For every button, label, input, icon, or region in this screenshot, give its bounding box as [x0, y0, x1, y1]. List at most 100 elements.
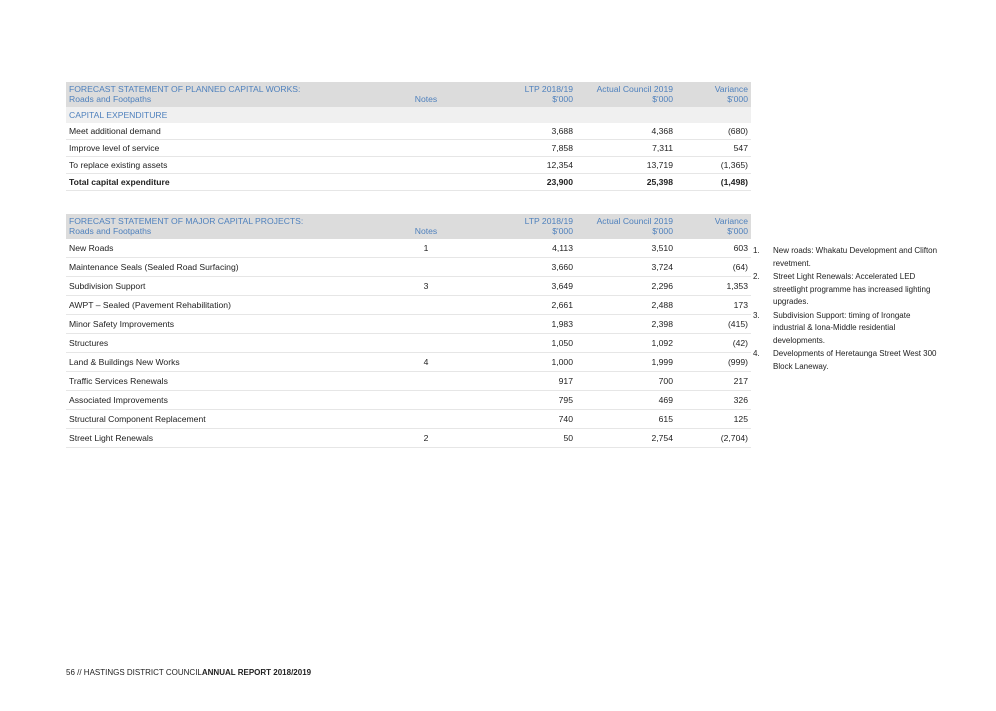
- row-actual-value: 469: [576, 390, 676, 410]
- actual-column-header: Actual Council 2019 $'000: [576, 82, 676, 107]
- row-ltp-value: 3,660: [486, 257, 576, 277]
- table-row: Structures 1,050 1,092 (42): [66, 333, 751, 353]
- row-note: [366, 371, 486, 391]
- table-row: Structural Component Replacement 740 615 12…: [66, 409, 751, 429]
- variance-column-header: Variance $'000: [676, 82, 751, 107]
- row-variance-value: (2,704): [676, 428, 751, 448]
- row-note: [366, 156, 486, 174]
- row-actual-value: 2,488: [576, 295, 676, 315]
- row-label: To replace existing assets: [66, 156, 366, 174]
- row-variance-value: 217: [676, 371, 751, 391]
- actual-column-header: Actual Council 2019 $'000: [576, 214, 676, 239]
- ltp-column-header: LTP 2018/19 $'000: [486, 214, 576, 239]
- table-row: Maintenance Seals (Sealed Road Surfacing…: [66, 257, 751, 277]
- row-label: Improve level of service: [66, 139, 366, 157]
- row-note: [366, 123, 486, 140]
- footnote-number: 2.: [753, 272, 760, 281]
- table-row: Subdivision Support 3 3,649 2,296 1,353: [66, 276, 751, 296]
- row-label: Maintenance Seals (Sealed Road Surfacing…: [66, 257, 366, 277]
- row-actual-value: 7,311: [576, 139, 676, 157]
- table-row: Minor Safety Improvements 1,983 2,398 (415): [66, 314, 751, 334]
- table-header-row: FORECAST STATEMENT OF MAJOR CAPITAL PROJ…: [66, 214, 751, 239]
- row-label: Minor Safety Improvements: [66, 314, 366, 334]
- row-variance-value: (1,498): [676, 173, 751, 191]
- footnotes-list: 1. New roads: Whakatu Development and Cli…: [753, 245, 938, 374]
- table-row: Traffic Services Renewals 917 700 217: [66, 371, 751, 391]
- variance-column-header: Variance $'000: [676, 214, 751, 239]
- row-variance-value: (680): [676, 123, 751, 140]
- row-variance-value: 125: [676, 409, 751, 429]
- row-actual-value: 3,510: [576, 239, 676, 258]
- row-label: Land & Buildings New Works: [66, 352, 366, 372]
- table-header-row: FORECAST STATEMENT OF PLANNED CAPITAL WO…: [66, 82, 751, 107]
- row-variance-value: 547: [676, 139, 751, 157]
- row-actual-value: 2,296: [576, 276, 676, 296]
- table-row: Improve level of service 7,858 7,311 547: [66, 139, 751, 157]
- row-ltp-value: 740: [486, 409, 576, 429]
- row-ltp-value: 50: [486, 428, 576, 448]
- section-cell: [676, 107, 751, 123]
- row-note: 3: [366, 276, 486, 296]
- section-cell: [366, 107, 486, 123]
- row-ltp-value: 795: [486, 390, 576, 410]
- row-actual-value: 700: [576, 371, 676, 391]
- variance-header-line1: Variance: [714, 216, 748, 226]
- row-ltp-value: 3,649: [486, 276, 576, 296]
- row-variance-value: (64): [676, 257, 751, 277]
- notes-column-header: Notes: [366, 82, 486, 107]
- row-ltp-value: 1,983: [486, 314, 576, 334]
- row-ltp-value: 7,858: [486, 139, 576, 157]
- row-ltp-value: 23,900: [486, 173, 576, 191]
- actual-header-line1: Actual Council 2019: [596, 84, 673, 94]
- row-note: 1: [366, 239, 486, 258]
- section-label: CAPITAL EXPENDITURE: [66, 107, 366, 123]
- row-ltp-value: 1,000: [486, 352, 576, 372]
- footnote-text: Developments of Heretaunga Street West 3…: [773, 349, 937, 371]
- row-label: Structural Component Replacement: [66, 409, 366, 429]
- row-actual-value: 4,368: [576, 123, 676, 140]
- footnote-text: Subdivision Support: timing of Irongate …: [773, 310, 911, 345]
- row-note: [366, 173, 486, 191]
- table-row: To replace existing assets 12,354 13,719 (1…: [66, 156, 751, 174]
- footnote-item: 3. Subdivision Support: timing of Irongat…: [753, 310, 938, 348]
- row-label: Meet additional demand: [66, 123, 366, 140]
- table-row: Meet additional demand 3,688 4,368 (680): [66, 123, 751, 140]
- planned-capital-works-table: FORECAST STATEMENT OF PLANNED CAPITAL WO…: [66, 82, 751, 191]
- variance-header-line1: Variance: [714, 84, 748, 94]
- row-variance-value: 603: [676, 239, 751, 258]
- section-row: CAPITAL EXPENDITURE: [66, 107, 751, 123]
- row-ltp-value: 12,354: [486, 156, 576, 174]
- ltp-header-line1: LTP 2018/19: [524, 84, 573, 94]
- table-row: Street Light Renewals 2 50 2,754 (2,704): [66, 428, 751, 448]
- row-actual-value: 25,398: [576, 173, 676, 191]
- page-footer: 56 // HASTINGS DISTRICT COUNCILANNUAL RE…: [66, 668, 311, 677]
- row-ltp-value: 917: [486, 371, 576, 391]
- actual-header-line1: Actual Council 2019: [596, 216, 673, 226]
- ltp-header-line2: $'000: [552, 226, 573, 236]
- footer-report-title: ANNUAL REPORT 2018/2019: [201, 668, 312, 677]
- row-note: [366, 139, 486, 157]
- footnote-text: Street Light Renewals: Accelerated LED s…: [773, 272, 931, 306]
- table-title-line2: Roads and Footpaths: [69, 226, 152, 236]
- table-title: FORECAST STATEMENT OF MAJOR CAPITAL PROJ…: [66, 214, 366, 239]
- variance-header-line2: $'000: [727, 226, 748, 236]
- row-label: Subdivision Support: [66, 276, 366, 296]
- footnote-number: 3.: [753, 310, 760, 320]
- row-variance-value: 173: [676, 295, 751, 315]
- row-note: [366, 390, 486, 410]
- footer-prefix: 56 // HASTINGS DISTRICT COUNCIL: [66, 668, 202, 677]
- footnote-text: New roads: Whakatu Development and Clift…: [773, 246, 938, 268]
- ltp-header-line2: $'000: [552, 94, 573, 104]
- row-variance-value: (415): [676, 314, 751, 334]
- row-note: 4: [366, 352, 486, 372]
- row-note: [366, 257, 486, 277]
- row-actual-value: 1,092: [576, 333, 676, 353]
- table-title-line1: FORECAST STATEMENT OF MAJOR CAPITAL PROJ…: [69, 216, 304, 226]
- row-label: AWPT – Sealed (Pavement Rehabilitation): [66, 295, 366, 315]
- row-label: New Roads: [66, 239, 366, 258]
- row-variance-value: 326: [676, 390, 751, 410]
- row-note: [366, 333, 486, 353]
- row-note: [366, 409, 486, 429]
- row-actual-value: 2,754: [576, 428, 676, 448]
- actual-header-line2: $'000: [652, 94, 673, 104]
